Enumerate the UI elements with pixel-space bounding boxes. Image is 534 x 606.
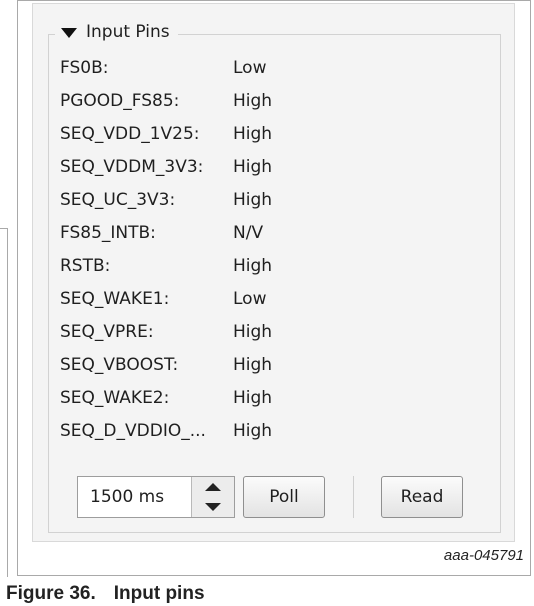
pin-row: SEQ_VBOOST: High bbox=[60, 351, 480, 379]
pin-name: RSTB: bbox=[60, 256, 111, 276]
pin-row: RSTB: High bbox=[60, 252, 480, 280]
figure-caption: Figure 36. Input pins bbox=[6, 583, 205, 605]
pin-name: SEQ_WAKE2: bbox=[60, 388, 170, 408]
pin-row: PGOOD_FS85: High bbox=[60, 87, 480, 115]
read-button[interactable]: Read bbox=[381, 476, 463, 518]
poll-button[interactable]: Poll bbox=[243, 476, 325, 518]
pin-row: SEQ_VDD_1V25: High bbox=[60, 120, 480, 148]
spinner-up-button[interactable] bbox=[192, 477, 234, 498]
pin-name: FS0B: bbox=[60, 58, 109, 78]
pin-value: Low bbox=[233, 289, 267, 309]
pin-value: High bbox=[233, 124, 273, 144]
pin-value: Low bbox=[233, 58, 267, 78]
pin-name: SEQ_UC_3V3: bbox=[60, 190, 176, 210]
poll-interval-value[interactable]: 1500 ms bbox=[90, 477, 164, 517]
panel-title: Input Pins bbox=[86, 22, 170, 42]
pin-row: SEQ_D_VDDIO_... High bbox=[60, 417, 480, 445]
figure-frame: Input Pins FS0B: Low PGOOD_FS85: High SE… bbox=[17, 0, 531, 576]
pin-value: High bbox=[233, 157, 273, 177]
pin-name: SEQ_WAKE1: bbox=[60, 289, 170, 309]
pin-name: SEQ_D_VDDIO_... bbox=[60, 421, 206, 441]
pin-row: SEQ_VPRE: High bbox=[60, 318, 480, 346]
adjacent-panel-edge bbox=[0, 228, 8, 577]
pin-value: High bbox=[233, 256, 273, 276]
figure-title: Input pins bbox=[113, 583, 205, 604]
pin-row: SEQ_VDDM_3V3: High bbox=[60, 153, 480, 181]
arrow-up-icon bbox=[205, 483, 221, 491]
pin-value: High bbox=[233, 421, 273, 441]
poll-controls: 1500 ms Poll Read bbox=[77, 476, 497, 520]
pin-name: SEQ_VPRE: bbox=[60, 322, 154, 342]
pin-name: SEQ_VBOOST: bbox=[60, 355, 179, 375]
pin-value: High bbox=[233, 355, 273, 375]
pin-name: PGOOD_FS85: bbox=[60, 91, 180, 111]
pin-value: N/V bbox=[233, 223, 264, 243]
pin-value: High bbox=[233, 91, 273, 111]
pin-value: High bbox=[233, 388, 273, 408]
arrow-down-icon bbox=[205, 503, 221, 511]
poll-interval-spinner[interactable]: 1500 ms bbox=[77, 476, 235, 518]
pin-row: SEQ_UC_3V3: High bbox=[60, 186, 480, 214]
spinner-down-button[interactable] bbox=[192, 497, 234, 517]
pin-value: High bbox=[233, 190, 273, 210]
input-pins-header[interactable]: Input Pins bbox=[55, 18, 178, 46]
figure-reference: aaa-045791 bbox=[443, 547, 524, 564]
expand-triangle-icon[interactable] bbox=[61, 28, 77, 38]
pin-row: FS85_INTB: N/V bbox=[60, 219, 480, 247]
pin-value: High bbox=[233, 322, 273, 342]
pin-row: SEQ_WAKE2: High bbox=[60, 384, 480, 412]
pin-name: SEQ_VDD_1V25: bbox=[60, 124, 200, 144]
figure-number: Figure 36. bbox=[6, 583, 96, 604]
pin-row: FS0B: Low bbox=[60, 54, 480, 82]
pin-name: SEQ_VDDM_3V3: bbox=[60, 157, 204, 177]
pin-name: FS85_INTB: bbox=[60, 223, 156, 243]
pin-row: SEQ_WAKE1: Low bbox=[60, 285, 480, 313]
input-pins-panel: Input Pins FS0B: Low PGOOD_FS85: High SE… bbox=[32, 3, 515, 542]
separator bbox=[353, 476, 354, 518]
spinner-buttons bbox=[191, 477, 234, 517]
